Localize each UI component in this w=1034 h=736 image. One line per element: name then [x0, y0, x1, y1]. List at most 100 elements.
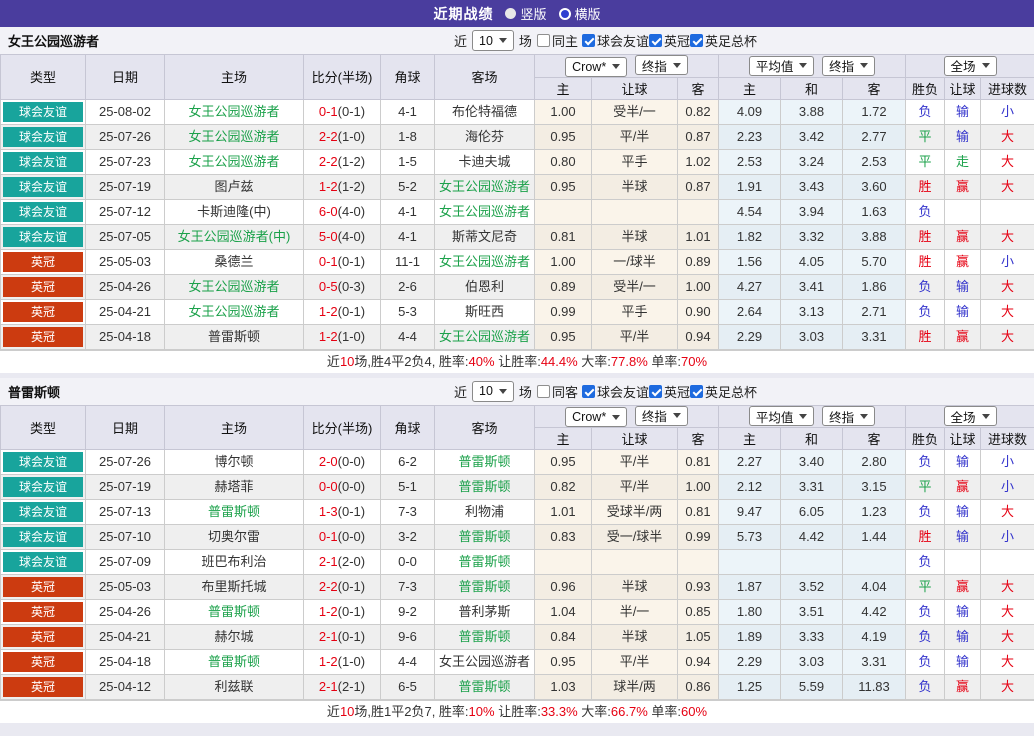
home-team-cell: 女王公园巡游者	[164, 123, 304, 150]
avg-stage-select[interactable]: 终指	[822, 406, 876, 427]
same-venue-filter[interactable]: 同主	[536, 31, 578, 50]
avg-group-header: 平均值 终指	[718, 404, 906, 428]
result-cell: 胜	[905, 173, 945, 200]
home-team-cell: 普雷斯顿	[164, 599, 304, 625]
date-cell: 25-07-19	[85, 173, 165, 200]
handicap-cell: 球半/两	[591, 674, 678, 700]
match-row: 球会友谊 25-07-26 女王公园巡游者 2-2(1-0) 1-8 海伦芬 0.95 平/半…	[0, 123, 1034, 150]
handicap-result-cell: 赢	[944, 674, 981, 700]
odds-company-value: Crow*	[572, 59, 607, 74]
league-badge: 球会友谊	[3, 176, 83, 197]
home-odds-cell	[534, 549, 592, 575]
league-cell: 英冠	[0, 599, 86, 625]
competition-filter[interactable]: 英冠	[648, 31, 690, 50]
odds-company-select[interactable]: Crow*	[565, 56, 628, 77]
match-row: 英冠 25-04-18 普雷斯顿 1-2(1-0) 4-4 女王公园巡游者 0.95 平/半 0…	[0, 649, 1034, 675]
fulltime-score: 1-2	[318, 303, 338, 319]
handicap-result-cell: 输	[944, 599, 981, 625]
fulltime-score: 0-1	[318, 103, 338, 119]
avg-home-cell: 2.29	[718, 649, 781, 675]
home-team-cell: 图卢兹	[164, 173, 304, 200]
layout-vertical-radio[interactable]: 竖版	[505, 4, 547, 23]
team-section: 普雷斯顿 近 10 场 同客 球会友谊 英冠 英足总杯 类型 日期 主场 比分(…	[0, 377, 1034, 723]
scope-select[interactable]: 全场	[943, 406, 997, 427]
chevron-down-icon	[498, 38, 507, 43]
chevron-down-icon	[672, 413, 681, 418]
competition-filter[interactable]: 英足总杯	[689, 31, 757, 50]
halftime-score: (0-0)	[337, 479, 366, 494]
col-home-header: 主场	[164, 54, 304, 100]
summary-text: 44.4%	[540, 353, 578, 369]
avg-away-cell: 3.15	[842, 474, 906, 500]
summary-text: 10	[339, 353, 355, 369]
avg-draw-cell: 3.40	[780, 449, 843, 475]
league-cell: 球会友谊	[0, 173, 86, 200]
summary-text: 60%	[681, 704, 708, 719]
away-odds-cell: 0.93	[677, 574, 719, 600]
league-cell: 球会友谊	[0, 549, 86, 575]
avg-source-select[interactable]: 平均值	[748, 406, 815, 427]
corners-cell: 11-1	[380, 248, 435, 275]
competition-label: 英足总杯	[704, 384, 757, 400]
col-corner-header: 角球	[380, 54, 435, 100]
sub-avg-home-header: 主	[718, 76, 781, 100]
date-cell: 25-04-18	[85, 649, 165, 675]
sub-avg-away-header: 客	[842, 427, 906, 450]
handicap-cell: 平/半	[591, 123, 678, 150]
league-cell: 球会友谊	[0, 148, 86, 175]
handicap-result-cell: 赢	[944, 248, 981, 275]
layout-horizontal-radio[interactable]: 横版	[558, 4, 601, 23]
away-odds-cell: 0.81	[677, 449, 719, 475]
league-cell: 英冠	[0, 323, 86, 350]
home-odds-cell: 0.95	[534, 323, 592, 350]
odds-stage-select[interactable]: 终指	[634, 405, 688, 426]
avg-home-cell: 2.12	[718, 474, 781, 500]
match-row: 英冠 25-04-26 女王公园巡游者 0-5(0-3) 2-6 伯恩利 0.89 受半/一 1…	[0, 273, 1034, 300]
halftime-score: (0-3)	[337, 278, 366, 294]
match-count-select[interactable]: 10	[472, 380, 514, 402]
league-badge: 英冠	[3, 301, 83, 322]
away-team-cell: 伯恩利	[434, 273, 535, 300]
chevron-down-icon	[612, 414, 621, 420]
league-badge: 英冠	[3, 276, 83, 297]
summary-text: 10	[339, 704, 355, 719]
result-cell: 负	[905, 198, 945, 225]
avg-away-cell: 11.83	[842, 674, 906, 700]
league-cell: 英冠	[0, 624, 86, 650]
halftime-score: (0-1)	[337, 253, 366, 269]
league-cell: 球会友谊	[0, 524, 86, 550]
away-team-cell: 普雷斯顿	[434, 449, 535, 475]
goals-result-cell: 大	[979, 298, 1034, 325]
scope-select[interactable]: 全场	[943, 55, 997, 76]
checkbox-checked-icon	[648, 384, 662, 398]
goals-result-cell: 大	[979, 323, 1034, 350]
avg-group-header: 平均值 终指	[718, 54, 906, 78]
fulltime-score: 2-1	[318, 629, 338, 644]
home-team-cell: 女王公园巡游者	[164, 148, 304, 175]
competition-filter[interactable]: 英足总杯	[689, 382, 757, 401]
avg-away-cell: 1.86	[842, 273, 906, 300]
competition-filter[interactable]: 英冠	[648, 382, 690, 401]
summary-bar: 近10场,胜1平2负7, 胜率:10% 让胜率:33.3% 大率:66.7% 单…	[0, 700, 1034, 723]
match-count-select[interactable]: 10	[472, 30, 514, 51]
competition-filter[interactable]: 球会友谊	[581, 31, 649, 50]
away-odds-cell: 1.05	[677, 624, 719, 650]
same-venue-filter[interactable]: 同客	[536, 382, 578, 401]
avg-draw-cell: 5.59	[780, 674, 843, 700]
odds-stage-value: 终指	[641, 59, 667, 74]
halftime-score: (0-0)	[337, 529, 366, 544]
radio-label: 竖版	[520, 7, 547, 22]
corners-cell: 7-3	[380, 499, 435, 525]
odds-stage-select[interactable]: 终指	[634, 55, 688, 75]
away-odds-cell: 1.01	[677, 223, 719, 250]
competition-filter[interactable]: 球会友谊	[581, 382, 649, 401]
col-score-header: 比分(半场)	[303, 54, 381, 100]
col-away-header: 客场	[434, 404, 535, 450]
avg-source-select[interactable]: 平均值	[748, 55, 815, 76]
avg-stage-select[interactable]: 终指	[822, 55, 876, 76]
away-team-cell: 普雷斯顿	[434, 574, 535, 600]
odds-company-select[interactable]: Crow*	[565, 407, 628, 427]
home-team-cell: 普雷斯顿	[164, 499, 304, 525]
fulltime-score: 1-3	[318, 504, 338, 519]
handicap-cell: 半球	[591, 223, 678, 250]
